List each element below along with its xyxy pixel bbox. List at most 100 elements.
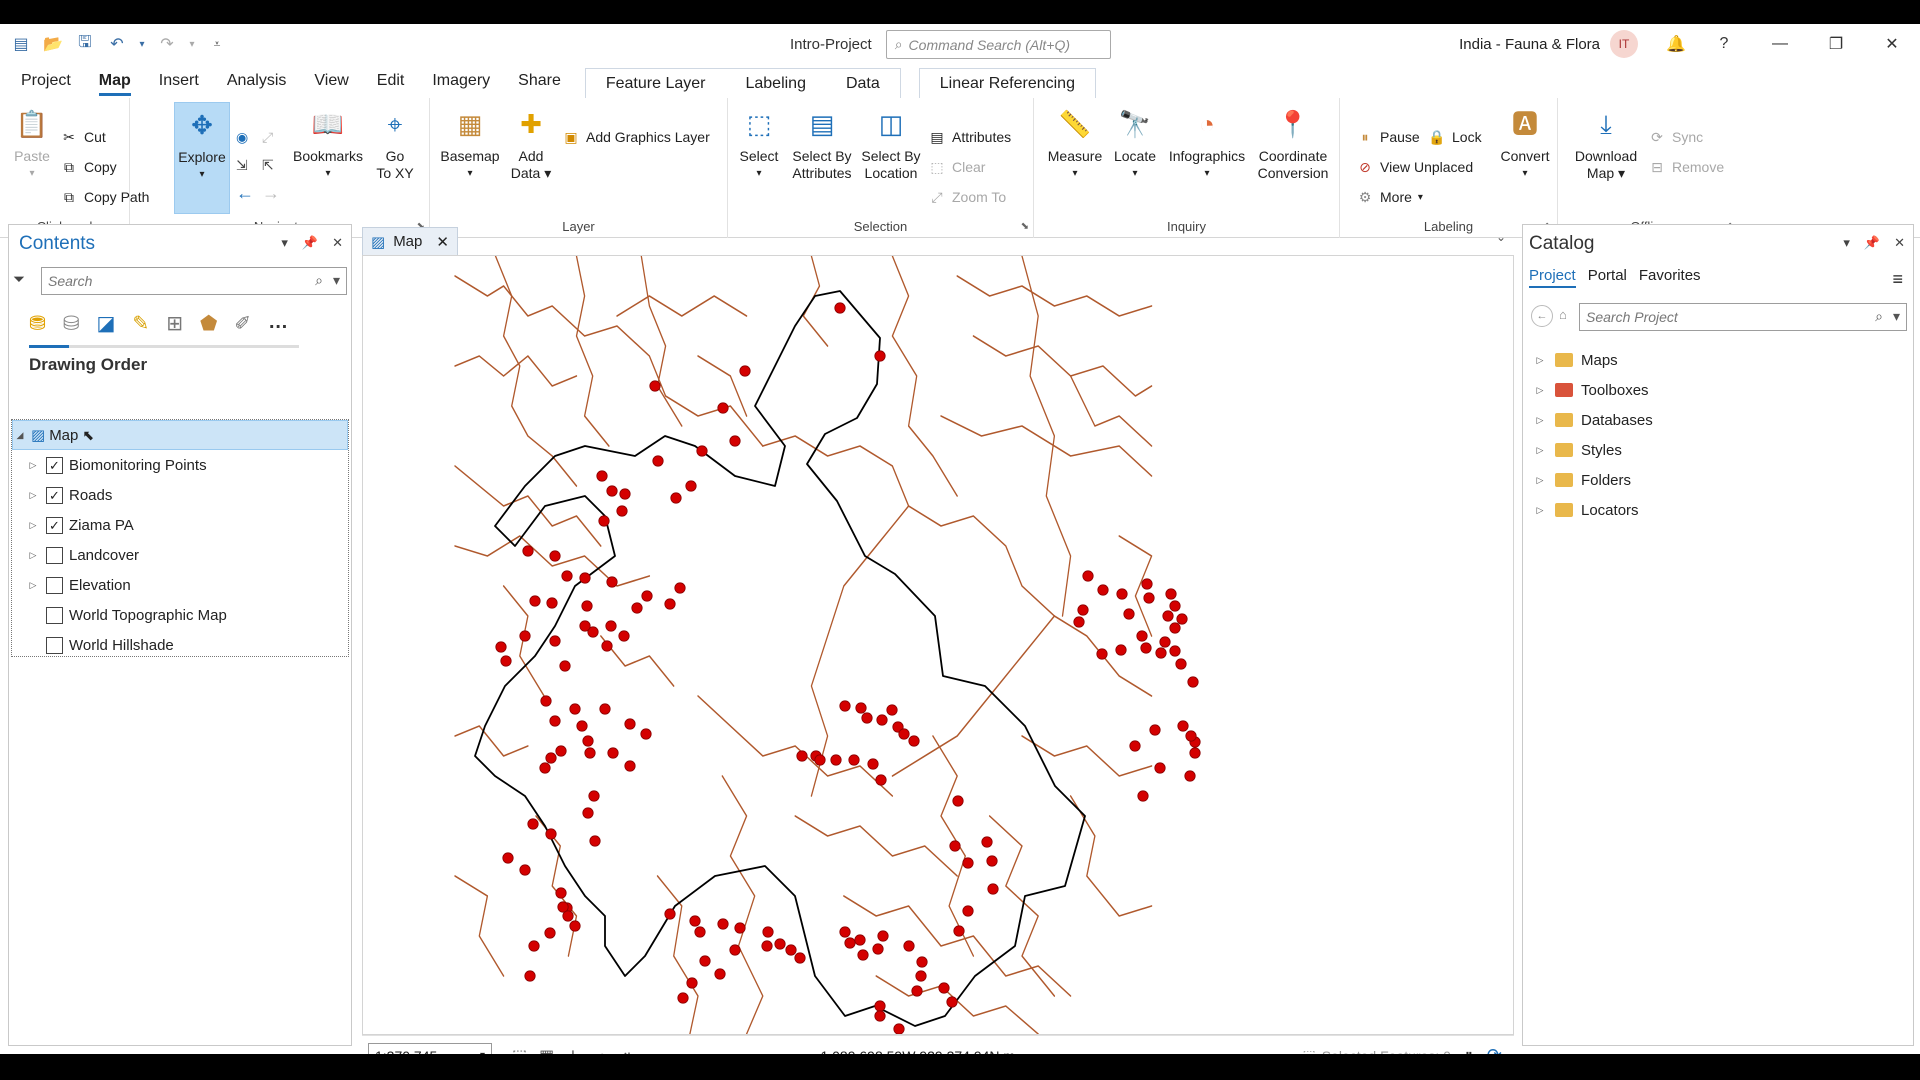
contents-search-input[interactable]: Search ⌕ ▾ xyxy=(41,267,347,295)
customize-qat-icon[interactable]: ⩡ xyxy=(204,31,230,57)
biomonitoring-point[interactable] xyxy=(962,857,974,869)
biomonitoring-point[interactable] xyxy=(729,944,741,956)
biomonitoring-point[interactable] xyxy=(1096,648,1108,660)
command-search-input[interactable]: ⌕ Command Search (Alt+Q) xyxy=(885,30,1111,59)
biomonitoring-point[interactable] xyxy=(624,760,636,772)
biomonitoring-point[interactable] xyxy=(1077,604,1089,616)
biomonitoring-point[interactable] xyxy=(986,855,998,867)
expand-layer-icon[interactable]: ▷ xyxy=(26,520,40,531)
biomonitoring-point[interactable] xyxy=(949,840,961,852)
download-map-button[interactable]: ⤓ Download Map ▾ xyxy=(1566,104,1646,182)
fixed-zoom-in-icon[interactable]: ⇲ xyxy=(236,154,248,176)
list-by-snapping-icon[interactable]: ⊞ xyxy=(166,311,183,336)
full-extent-icon[interactable]: ◉ xyxy=(236,126,248,148)
biomonitoring-point[interactable] xyxy=(875,774,887,786)
biomonitoring-point[interactable] xyxy=(664,598,676,610)
tab-analysis[interactable]: Analysis xyxy=(213,64,301,98)
search-options-icon[interactable]: ▾ xyxy=(1893,308,1900,325)
more-views-icon[interactable]: … xyxy=(268,311,288,336)
biomonitoring-point[interactable] xyxy=(1140,642,1152,654)
biomonitoring-point[interactable] xyxy=(1189,747,1201,759)
biomonitoring-point[interactable] xyxy=(616,505,628,517)
biomonitoring-point[interactable] xyxy=(599,703,611,715)
biomonitoring-point[interactable] xyxy=(830,754,842,766)
biomonitoring-point[interactable] xyxy=(641,590,653,602)
list-by-labeling-icon[interactable]: ⬟ xyxy=(200,311,217,336)
catalog-item-maps[interactable]: ▷ Maps xyxy=(1533,345,1618,375)
view-list-dropdown-icon[interactable]: ⌄ xyxy=(1496,230,1506,244)
biomonitoring-point[interactable] xyxy=(670,492,682,504)
collapse-map-icon[interactable]: ◢ xyxy=(13,430,27,441)
expand-icon[interactable]: ▷ xyxy=(1533,445,1547,456)
locate-button[interactable]: 🔭 Locate ▾ xyxy=(1110,104,1160,182)
filter-icon[interactable]: ⏷ xyxy=(13,271,25,288)
biomonitoring-point[interactable] xyxy=(618,630,630,642)
biomonitoring-point[interactable] xyxy=(1143,592,1155,604)
layer-visibility-checkbox[interactable] xyxy=(46,636,63,654)
biomonitoring-point[interactable] xyxy=(689,915,701,927)
biomonitoring-point[interactable] xyxy=(582,735,594,747)
biomonitoring-point[interactable] xyxy=(549,715,561,727)
map-canvas[interactable] xyxy=(362,255,1514,1035)
sync-button[interactable]: ⟳ Sync xyxy=(1648,126,1703,148)
biomonitoring-point[interactable] xyxy=(540,695,552,707)
biomonitoring-point[interactable] xyxy=(502,852,514,864)
clear-selection-button[interactable]: ⬚ Clear xyxy=(928,156,985,178)
biomonitoring-point[interactable] xyxy=(1185,730,1197,742)
biomonitoring-point[interactable] xyxy=(839,926,851,938)
selection-launcher-icon[interactable]: ⬊ xyxy=(1021,221,1029,232)
biomonitoring-point[interactable] xyxy=(848,754,860,766)
map-view-tab[interactable]: ▨ Map ✕ xyxy=(362,227,458,255)
biomonitoring-point[interactable] xyxy=(699,955,711,967)
biomonitoring-point[interactable] xyxy=(588,790,600,802)
undo-icon[interactable]: ↶ xyxy=(104,31,130,57)
biomonitoring-point[interactable] xyxy=(598,515,610,527)
biomonitoring-point[interactable] xyxy=(500,655,512,667)
catalog-menu-icon[interactable]: ≡ xyxy=(1892,269,1903,290)
biomonitoring-point[interactable] xyxy=(545,828,557,840)
fixed-zoom-out-icon[interactable]: ⇱ xyxy=(262,154,274,176)
biomonitoring-point[interactable] xyxy=(874,1000,886,1012)
biomonitoring-point[interactable] xyxy=(872,943,884,955)
biomonitoring-point[interactable] xyxy=(844,937,856,949)
biomonitoring-point[interactable] xyxy=(1162,610,1174,622)
catalog-item-locators[interactable]: ▷ Locators xyxy=(1533,495,1639,525)
biomonitoring-point[interactable] xyxy=(729,435,741,447)
select-by-attributes-button[interactable]: ▤ Select By Attributes xyxy=(788,104,856,182)
biomonitoring-point[interactable] xyxy=(539,762,551,774)
coordinate-conversion-button[interactable]: 📍 Coordinate Conversion xyxy=(1250,104,1336,182)
redo-icon[interactable]: ↷ xyxy=(154,31,180,57)
expand-icon[interactable]: ▷ xyxy=(1533,505,1547,516)
biomonitoring-point[interactable] xyxy=(1129,740,1141,752)
tab-view[interactable]: View xyxy=(300,64,362,98)
layer-visibility-checkbox[interactable] xyxy=(46,606,63,624)
catalog-tab-project[interactable]: Project xyxy=(1529,267,1576,288)
pane-options-icon[interactable]: ▾ xyxy=(1843,235,1850,251)
help-icon[interactable]: ? xyxy=(1696,24,1752,64)
biomonitoring-point[interactable] xyxy=(717,402,729,414)
biomonitoring-point[interactable] xyxy=(549,550,561,562)
add-data-button[interactable]: ✚ Add Data ▾ xyxy=(506,104,556,182)
biomonitoring-point[interactable] xyxy=(1165,588,1177,600)
biomonitoring-point[interactable] xyxy=(981,836,993,848)
biomonitoring-point[interactable] xyxy=(601,640,613,652)
biomonitoring-point[interactable] xyxy=(524,970,536,982)
biomonitoring-point[interactable] xyxy=(557,901,569,913)
layer-row-roads[interactable]: ▷ ✓ Roads xyxy=(26,480,112,510)
convert-button[interactable]: 🅰 Convert ▾ xyxy=(1496,104,1554,182)
goto-xy-button[interactable]: ⌖ Go To XY xyxy=(370,104,420,182)
biomonitoring-point[interactable] xyxy=(694,926,706,938)
biomonitoring-point[interactable] xyxy=(584,747,596,759)
layer-row-elevation[interactable]: ▷ Elevation xyxy=(26,570,131,600)
biomonitoring-point[interactable] xyxy=(739,365,751,377)
biomonitoring-point[interactable] xyxy=(876,714,888,726)
search-icon[interactable]: ⌕ xyxy=(1875,308,1883,325)
biomonitoring-point[interactable] xyxy=(605,620,617,632)
biomonitoring-point[interactable] xyxy=(631,602,643,614)
copy-button[interactable]: ⧉ Copy xyxy=(60,156,117,178)
layer-visibility-checkbox[interactable]: ✓ xyxy=(46,486,63,504)
biomonitoring-point[interactable] xyxy=(1169,645,1181,657)
biomonitoring-point[interactable] xyxy=(652,455,664,467)
catalog-search-input[interactable]: Search Project ⌕ ▾ xyxy=(1579,303,1907,331)
biomonitoring-point[interactable] xyxy=(854,934,866,946)
